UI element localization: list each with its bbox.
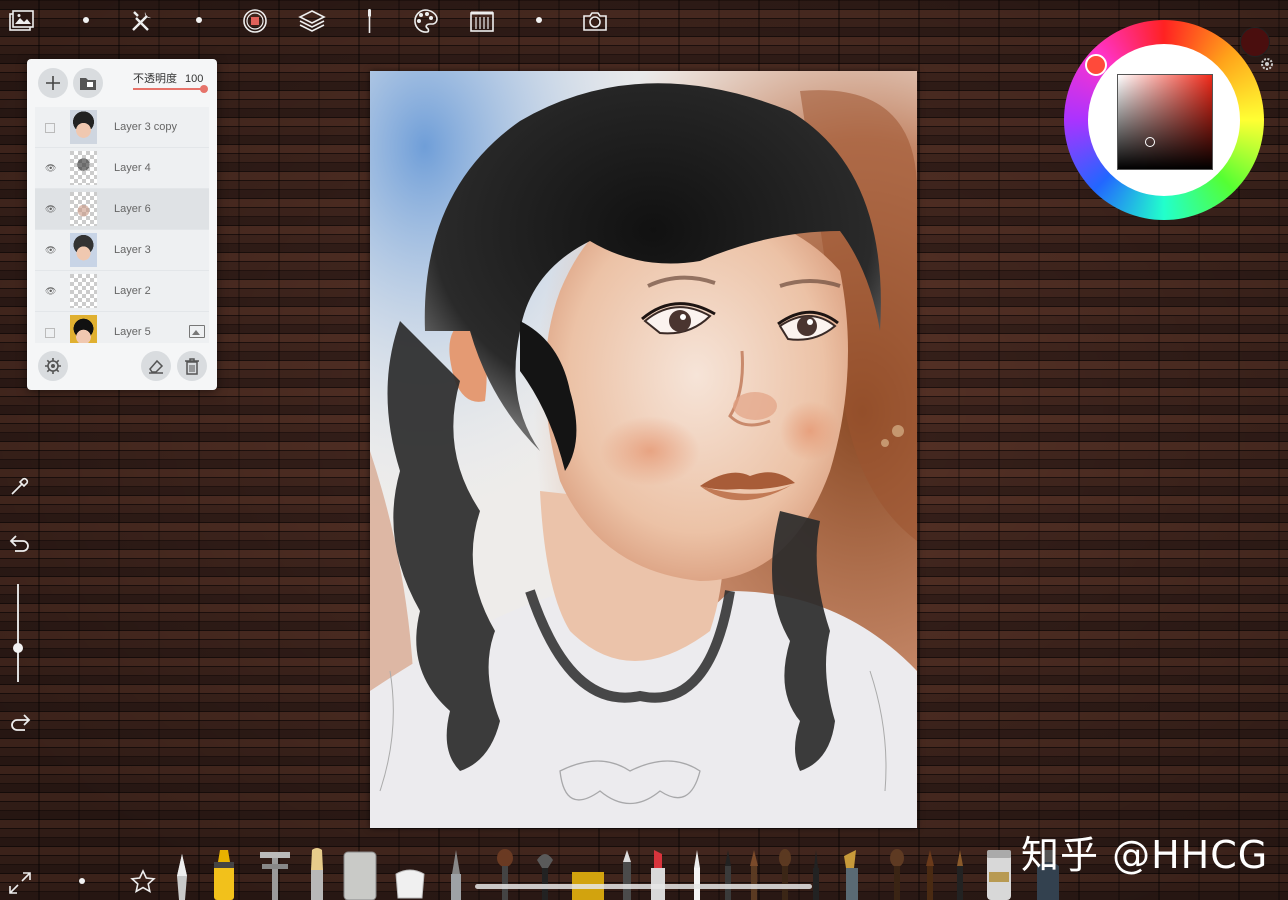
brush-tray-scrollbar[interactable] <box>475 884 812 889</box>
tracing-icon[interactable] <box>240 6 270 36</box>
layers-icon[interactable] <box>297 6 327 36</box>
image-layer-icon <box>189 325 205 338</box>
layer-thumbnail <box>70 192 97 226</box>
brush-size-knob[interactable] <box>13 643 23 653</box>
folder-icon <box>80 78 96 90</box>
opacity-text: 不透明度 <box>133 73 177 85</box>
layer-name: Layer 6 <box>114 203 151 215</box>
layer-name: Layer 3 copy <box>114 121 177 133</box>
watercolor-portrait <box>370 71 917 828</box>
marker-tool[interactable] <box>207 848 241 900</box>
thin-rigger-tool[interactable] <box>953 848 967 900</box>
redo-icon[interactable] <box>6 707 34 735</box>
caliper-tool[interactable] <box>258 848 292 900</box>
nib-pen-tool[interactable] <box>838 848 868 900</box>
opacity-slider-knob[interactable] <box>200 85 208 93</box>
visibility-toggle[interactable] <box>45 123 55 133</box>
camera-icon[interactable] <box>580 6 610 36</box>
paper-texture-icon[interactable] <box>467 6 497 36</box>
fan-brush-tool[interactable] <box>534 848 556 900</box>
undo-icon[interactable] <box>6 528 34 556</box>
layer-row[interactable]: Layer 5 <box>35 312 209 343</box>
eye-icon[interactable]: 👁 <box>45 286 56 296</box>
layer-thumbnail <box>70 315 97 343</box>
salt-tool[interactable] <box>983 848 1015 900</box>
visibility-toggle[interactable] <box>45 328 55 338</box>
layer-row[interactable]: 👁 Layer 3 <box>35 230 209 271</box>
knife-tool[interactable] <box>172 852 192 900</box>
layer-row-selected[interactable]: 👁 Layer 6 <box>35 189 209 230</box>
add-folder-button[interactable] <box>73 68 103 98</box>
layer-list: Layer 3 copy 👁 Layer 4 👁 Layer 6 👁 Layer… <box>35 107 209 343</box>
eyedropper-icon[interactable] <box>6 472 34 500</box>
eraser-icon <box>149 359 164 374</box>
eraser-block-tool[interactable] <box>342 848 378 900</box>
pen-tool[interactable] <box>445 848 467 900</box>
layer-name: Layer 3 <box>114 244 151 256</box>
layer-settings-button[interactable] <box>38 351 68 381</box>
layer-name: Layer 5 <box>114 326 151 338</box>
layer-row[interactable]: 👁 Layer 2 <box>35 271 209 312</box>
fine-pen-tool[interactable] <box>690 848 704 900</box>
sable-brush-tool[interactable] <box>921 848 939 900</box>
liner-tool[interactable] <box>721 848 735 900</box>
add-layer-button[interactable] <box>38 68 68 98</box>
opacity-slider[interactable] <box>133 88 205 90</box>
expand-icon[interactable] <box>6 866 34 896</box>
watermark-text: 知乎 @HHCG <box>1021 833 1269 877</box>
mop-brush-tool[interactable] <box>887 848 907 900</box>
sponge-tool[interactable] <box>392 864 428 900</box>
toolbar-separator-dot <box>196 17 202 23</box>
flat-brush-tool[interactable] <box>306 848 328 900</box>
brush-settings-icon[interactable] <box>354 6 384 36</box>
bottom-separator-dot <box>79 878 85 884</box>
opacity-value: 100 <box>185 73 204 85</box>
rigger-brush-tool[interactable] <box>809 848 823 900</box>
layer-row[interactable]: Layer 3 copy <box>35 107 209 148</box>
layer-name: Layer 2 <box>114 285 151 297</box>
current-color-swatch[interactable] <box>1240 27 1270 57</box>
clear-layer-button[interactable] <box>141 351 171 381</box>
saturation-value-square[interactable] <box>1117 74 1213 170</box>
lipstick-tool[interactable] <box>648 848 668 900</box>
hue-picker[interactable] <box>1085 54 1107 76</box>
layers-panel: 不透明度 100 Layer 3 copy 👁 Layer 4 👁 Layer 6… <box>27 59 217 390</box>
layer-thumbnail <box>70 233 97 267</box>
tools-icon[interactable] <box>127 6 157 36</box>
opacity-label: 不透明度 100 <box>133 70 203 86</box>
painting-canvas[interactable] <box>370 71 917 828</box>
wash-brush-tool[interactable] <box>747 848 761 900</box>
layer-thumbnail <box>70 110 97 144</box>
eye-icon[interactable]: 👁 <box>45 245 56 255</box>
delete-layer-button[interactable] <box>177 351 207 381</box>
color-settings-gear-icon[interactable] <box>1259 56 1275 72</box>
favorites-star-icon[interactable] <box>128 864 158 896</box>
plus-icon <box>46 76 60 90</box>
layer-thumbnail <box>70 274 97 308</box>
trash-icon <box>185 358 199 375</box>
pencil-tool[interactable] <box>620 848 634 900</box>
round-brush-tool[interactable] <box>494 848 516 900</box>
detail-brush-tool[interactable] <box>776 848 794 900</box>
sv-picker[interactable] <box>1145 137 1155 147</box>
layer-row[interactable]: 👁 Layer 4 <box>35 148 209 189</box>
gear-icon <box>45 358 61 374</box>
eye-icon[interactable]: 👁 <box>45 204 56 214</box>
toolbar-separator-dot <box>83 17 89 23</box>
toolbar-separator-dot <box>536 17 542 23</box>
layer-thumbnail <box>70 151 97 185</box>
gallery-icon[interactable] <box>6 6 36 36</box>
eye-icon[interactable]: 👁 <box>45 163 56 173</box>
top-toolbar <box>0 0 1288 44</box>
layer-name: Layer 4 <box>114 162 151 174</box>
palette-icon[interactable] <box>410 6 440 36</box>
brush-size-slider[interactable] <box>17 584 19 682</box>
